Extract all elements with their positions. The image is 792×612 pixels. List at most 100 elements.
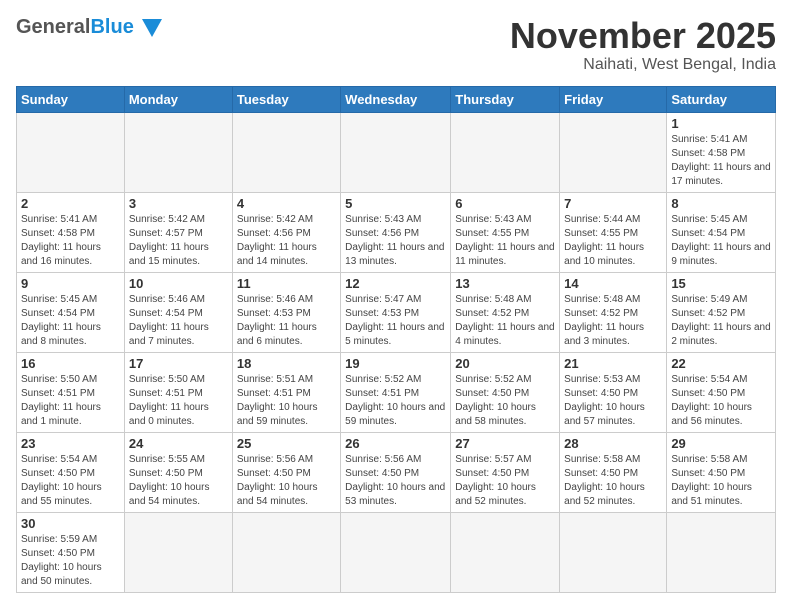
day-info: Sunrise: 5:41 AM Sunset: 4:58 PM Dayligh… bbox=[21, 213, 120, 269]
calendar-day: 25 Sunrise: 5:56 AM Sunset: 4:50 PM Dayli… bbox=[232, 432, 340, 512]
weekday-header-row: SundayMondayTuesdayWednesdayThursdayFrid… bbox=[17, 86, 776, 112]
weekday-header-friday: Friday bbox=[560, 86, 667, 112]
day-number: 16 bbox=[21, 356, 120, 371]
day-number: 7 bbox=[564, 196, 662, 211]
calendar-day: 9 Sunrise: 5:45 AM Sunset: 4:54 PM Daylig… bbox=[17, 272, 125, 352]
calendar-day: 2 Sunrise: 5:41 AM Sunset: 4:58 PM Daylig… bbox=[17, 192, 125, 272]
day-number: 15 bbox=[671, 276, 771, 291]
calendar-day: 21 Sunrise: 5:53 AM Sunset: 4:50 PM Dayli… bbox=[560, 352, 667, 432]
day-info: Sunrise: 5:56 AM Sunset: 4:50 PM Dayligh… bbox=[345, 453, 446, 509]
calendar-day bbox=[232, 512, 340, 592]
day-number: 10 bbox=[129, 276, 228, 291]
calendar-day: 11 Sunrise: 5:46 AM Sunset: 4:53 PM Dayli… bbox=[232, 272, 340, 352]
location-title: Naihati, West Bengal, India bbox=[510, 56, 776, 74]
calendar-day: 13 Sunrise: 5:48 AM Sunset: 4:52 PM Dayli… bbox=[451, 272, 560, 352]
day-info: Sunrise: 5:50 AM Sunset: 4:51 PM Dayligh… bbox=[21, 373, 120, 429]
day-number: 17 bbox=[129, 356, 228, 371]
day-info: Sunrise: 5:58 AM Sunset: 4:50 PM Dayligh… bbox=[671, 453, 771, 509]
day-number: 13 bbox=[455, 276, 555, 291]
day-number: 2 bbox=[21, 196, 120, 211]
calendar-day: 10 Sunrise: 5:46 AM Sunset: 4:54 PM Dayli… bbox=[124, 272, 232, 352]
day-info: Sunrise: 5:46 AM Sunset: 4:54 PM Dayligh… bbox=[129, 293, 228, 349]
weekday-header-monday: Monday bbox=[124, 86, 232, 112]
day-info: Sunrise: 5:45 AM Sunset: 4:54 PM Dayligh… bbox=[671, 213, 771, 269]
day-info: Sunrise: 5:45 AM Sunset: 4:54 PM Dayligh… bbox=[21, 293, 120, 349]
day-number: 4 bbox=[237, 196, 336, 211]
weekday-header-wednesday: Wednesday bbox=[341, 86, 451, 112]
day-number: 11 bbox=[237, 276, 336, 291]
day-info: Sunrise: 5:59 AM Sunset: 4:50 PM Dayligh… bbox=[21, 533, 120, 589]
day-number: 28 bbox=[564, 436, 662, 451]
day-number: 5 bbox=[345, 196, 446, 211]
title-area: November 2025 Naihati, West Bengal, Indi… bbox=[510, 16, 776, 74]
day-info: Sunrise: 5:42 AM Sunset: 4:56 PM Dayligh… bbox=[237, 213, 336, 269]
page-header: General Blue November 2025 Naihati, West… bbox=[16, 16, 776, 74]
calendar-day: 23Sunrise: 5:54 AM Sunset: 4:50 PM Dayli… bbox=[17, 432, 125, 512]
calendar-day: 8 Sunrise: 5:45 AM Sunset: 4:54 PM Daylig… bbox=[667, 192, 776, 272]
day-number: 3 bbox=[129, 196, 228, 211]
day-info: Sunrise: 5:53 AM Sunset: 4:50 PM Dayligh… bbox=[564, 373, 662, 429]
calendar-day: 15 Sunrise: 5:49 AM Sunset: 4:52 PM Dayli… bbox=[667, 272, 776, 352]
day-info: Sunrise: 5:41 AM Sunset: 4:58 PM Dayligh… bbox=[671, 133, 771, 189]
calendar-day: 5 Sunrise: 5:43 AM Sunset: 4:56 PM Daylig… bbox=[341, 192, 451, 272]
calendar-day bbox=[667, 512, 776, 592]
day-info: Sunrise: 5:50 AM Sunset: 4:51 PM Dayligh… bbox=[129, 373, 228, 429]
calendar-day: 30 Sunrise: 5:59 AM Sunset: 4:50 PM Dayli… bbox=[17, 512, 125, 592]
calendar-day: 24Sunrise: 5:55 AM Sunset: 4:50 PM Dayli… bbox=[124, 432, 232, 512]
day-number: 27 bbox=[455, 436, 555, 451]
day-number: 20 bbox=[455, 356, 555, 371]
calendar-day bbox=[124, 512, 232, 592]
calendar-day: 27 Sunrise: 5:57 AM Sunset: 4:50 PM Dayli… bbox=[451, 432, 560, 512]
calendar-day bbox=[124, 112, 232, 192]
calendar-week-row: 23Sunrise: 5:54 AM Sunset: 4:50 PM Dayli… bbox=[17, 432, 776, 512]
day-info: Sunrise: 5:54 AM Sunset: 4:50 PM Dayligh… bbox=[21, 453, 120, 509]
day-info: Sunrise: 5:43 AM Sunset: 4:55 PM Dayligh… bbox=[455, 213, 555, 269]
calendar-day: 28 Sunrise: 5:58 AM Sunset: 4:50 PM Dayli… bbox=[560, 432, 667, 512]
day-info: Sunrise: 5:49 AM Sunset: 4:52 PM Dayligh… bbox=[671, 293, 771, 349]
calendar-day bbox=[560, 512, 667, 592]
calendar-week-row: 1 Sunrise: 5:41 AM Sunset: 4:58 PM Daylig… bbox=[17, 112, 776, 192]
weekday-header-thursday: Thursday bbox=[451, 86, 560, 112]
calendar-day bbox=[341, 112, 451, 192]
day-number: 30 bbox=[21, 516, 120, 531]
calendar-day bbox=[451, 112, 560, 192]
calendar-day: 20Sunrise: 5:52 AM Sunset: 4:50 PM Dayli… bbox=[451, 352, 560, 432]
day-info: Sunrise: 5:51 AM Sunset: 4:51 PM Dayligh… bbox=[237, 373, 336, 429]
weekday-header-sunday: Sunday bbox=[17, 86, 125, 112]
day-info: Sunrise: 5:58 AM Sunset: 4:50 PM Dayligh… bbox=[564, 453, 662, 509]
calendar-table: SundayMondayTuesdayWednesdayThursdayFrid… bbox=[16, 86, 776, 593]
day-info: Sunrise: 5:47 AM Sunset: 4:53 PM Dayligh… bbox=[345, 293, 446, 349]
day-info: Sunrise: 5:57 AM Sunset: 4:50 PM Dayligh… bbox=[455, 453, 555, 509]
day-number: 29 bbox=[671, 436, 771, 451]
day-number: 8 bbox=[671, 196, 771, 211]
day-info: Sunrise: 5:42 AM Sunset: 4:57 PM Dayligh… bbox=[129, 213, 228, 269]
logo-blue: Blue bbox=[90, 16, 133, 39]
day-number: 9 bbox=[21, 276, 120, 291]
calendar-day bbox=[560, 112, 667, 192]
calendar-day: 7Sunrise: 5:44 AM Sunset: 4:55 PM Daylig… bbox=[560, 192, 667, 272]
calendar-week-row: 30 Sunrise: 5:59 AM Sunset: 4:50 PM Dayli… bbox=[17, 512, 776, 592]
day-number: 12 bbox=[345, 276, 446, 291]
day-info: Sunrise: 5:46 AM Sunset: 4:53 PM Dayligh… bbox=[237, 293, 336, 349]
day-info: Sunrise: 5:43 AM Sunset: 4:56 PM Dayligh… bbox=[345, 213, 446, 269]
calendar-day: 4 Sunrise: 5:42 AM Sunset: 4:56 PM Daylig… bbox=[232, 192, 340, 272]
calendar-day: 16 Sunrise: 5:50 AM Sunset: 4:51 PM Dayli… bbox=[17, 352, 125, 432]
calendar-day: 17 Sunrise: 5:50 AM Sunset: 4:51 PM Dayli… bbox=[124, 352, 232, 432]
logo-general: General bbox=[16, 16, 90, 39]
calendar-day bbox=[232, 112, 340, 192]
calendar-day: 6Sunrise: 5:43 AM Sunset: 4:55 PM Daylig… bbox=[451, 192, 560, 272]
day-number: 25 bbox=[237, 436, 336, 451]
calendar-day bbox=[451, 512, 560, 592]
day-number: 21 bbox=[564, 356, 662, 371]
day-info: Sunrise: 5:48 AM Sunset: 4:52 PM Dayligh… bbox=[455, 293, 555, 349]
day-info: Sunrise: 5:56 AM Sunset: 4:50 PM Dayligh… bbox=[237, 453, 336, 509]
weekday-header-tuesday: Tuesday bbox=[232, 86, 340, 112]
calendar-day: 29 Sunrise: 5:58 AM Sunset: 4:50 PM Dayli… bbox=[667, 432, 776, 512]
calendar-day: 14Sunrise: 5:48 AM Sunset: 4:52 PM Dayli… bbox=[560, 272, 667, 352]
calendar-day: 18Sunrise: 5:51 AM Sunset: 4:51 PM Dayli… bbox=[232, 352, 340, 432]
day-info: Sunrise: 5:54 AM Sunset: 4:50 PM Dayligh… bbox=[671, 373, 771, 429]
weekday-header-saturday: Saturday bbox=[667, 86, 776, 112]
calendar-day: 1 Sunrise: 5:41 AM Sunset: 4:58 PM Daylig… bbox=[667, 112, 776, 192]
logo: General Blue bbox=[16, 16, 166, 39]
day-number: 1 bbox=[671, 116, 771, 131]
